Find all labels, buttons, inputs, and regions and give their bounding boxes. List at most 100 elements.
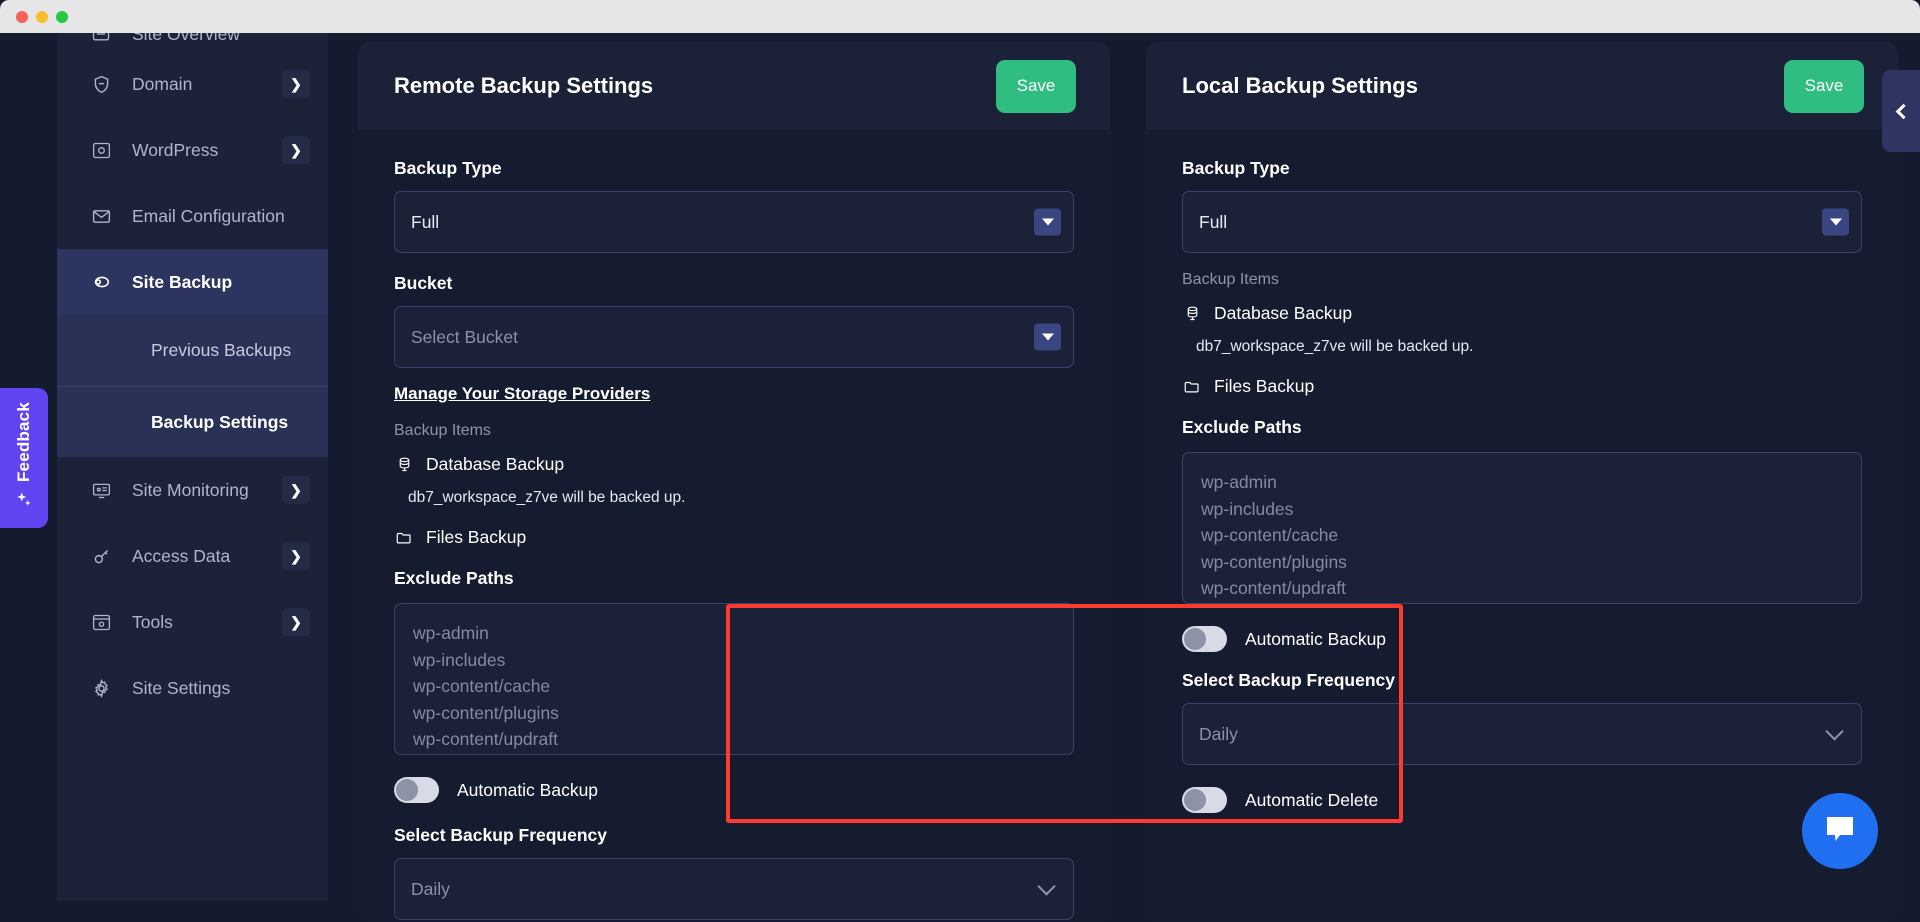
chevron-down-icon-remote-backup-type[interactable] bbox=[1034, 208, 1061, 236]
local-automatic-delete-label: Automatic Delete bbox=[1245, 789, 1379, 810]
app-root: Feedback Site Overview Domain ❯ WordPres… bbox=[0, 33, 1920, 922]
remote-exclude-path-line: wp-content/plugins bbox=[413, 702, 559, 723]
remote-automatic-backup-toggle[interactable] bbox=[394, 777, 439, 803]
remote-database-backup-row: Database Backup bbox=[394, 454, 1074, 475]
chevron-right-icon-wordpress[interactable]: ❯ bbox=[282, 136, 310, 164]
remote-bucket-select[interactable]: Select Bucket bbox=[394, 306, 1074, 368]
sidebar-label-access-data: Access Data bbox=[132, 545, 231, 566]
chevron-right-icon-site-monitoring[interactable]: ❯ bbox=[282, 476, 310, 504]
remote-bucket-placeholder: Select Bucket bbox=[411, 326, 518, 347]
remote-database-note: db7_workspace_z7ve will be backed up. bbox=[408, 489, 686, 506]
sidebar-item-domain[interactable]: Domain ❯ bbox=[57, 51, 328, 117]
folder-icon bbox=[1182, 377, 1202, 397]
chevron-right-icon-access-data[interactable]: ❯ bbox=[282, 542, 310, 570]
chevron-right-icon-tools[interactable]: ❯ bbox=[282, 608, 310, 636]
wordpress-icon bbox=[90, 139, 112, 161]
chevron-down-icon-remote-frequency[interactable] bbox=[1037, 877, 1056, 896]
database-icon bbox=[394, 455, 414, 475]
database-icon bbox=[1182, 304, 1202, 324]
local-exclude-paths-textarea[interactable]: wp-admin wp-includes wp-content/cache wp… bbox=[1182, 452, 1862, 604]
remote-exclude-paths-textarea[interactable]: wp-admin wp-includes wp-content/cache wp… bbox=[394, 603, 1074, 755]
sidebar-label-tools: Tools bbox=[132, 611, 173, 632]
chevron-right-icon-domain[interactable]: ❯ bbox=[282, 70, 310, 98]
sidebar-subitem-previous-backups[interactable]: Previous Backups bbox=[57, 315, 328, 386]
remote-files-backup-row: Files Backup bbox=[394, 527, 1074, 548]
remote-exclude-path-line: wp-content/updraft bbox=[413, 729, 558, 749]
remote-automatic-backup-label: Automatic Backup bbox=[457, 779, 599, 800]
local-exclude-path-line: wp-admin bbox=[1201, 472, 1277, 492]
sidebar-label-wordpress: WordPress bbox=[132, 139, 219, 160]
local-backup-type-select[interactable]: Full bbox=[1182, 191, 1862, 253]
remote-automatic-backup-row: Automatic Backup bbox=[394, 777, 1074, 803]
sidebar-label-email-configuration: Email Configuration bbox=[132, 205, 285, 226]
local-automatic-backup-toggle[interactable] bbox=[1182, 626, 1227, 652]
sidebar-item-site-overview[interactable]: Site Overview bbox=[57, 33, 328, 51]
chevron-down-icon-local-frequency[interactable] bbox=[1825, 722, 1844, 741]
sidebar-label-site-monitoring: Site Monitoring bbox=[132, 479, 249, 500]
local-backup-items-label: Backup Items bbox=[1182, 271, 1279, 288]
window-controls bbox=[16, 11, 68, 23]
chat-bubble-icon bbox=[1823, 813, 1857, 850]
remote-frequency-value: Daily bbox=[411, 878, 450, 899]
monitor-icon bbox=[90, 479, 112, 501]
chat-widget-button[interactable] bbox=[1802, 793, 1878, 869]
sidebar-label-backup-settings: Backup Settings bbox=[151, 411, 289, 432]
sidebar-item-email-configuration[interactable]: Email Configuration bbox=[57, 183, 328, 249]
remote-frequency-select[interactable]: Daily bbox=[394, 858, 1074, 920]
remote-backup-settings-panel: Remote Backup Settings Save Backup Type … bbox=[358, 42, 1110, 922]
local-panel-title: Local Backup Settings bbox=[1182, 73, 1418, 98]
remote-exclude-path-line: wp-admin bbox=[413, 623, 489, 643]
gear-icon bbox=[90, 677, 112, 699]
backup-icon bbox=[90, 271, 112, 293]
window-maximize-button[interactable] bbox=[56, 11, 68, 23]
local-automatic-backup-label: Automatic Backup bbox=[1245, 628, 1387, 649]
local-exclude-path-line: wp-content/backup bbox=[1201, 602, 1843, 604]
manage-storage-providers-link[interactable]: Manage Your Storage Providers bbox=[394, 384, 650, 404]
local-automatic-delete-toggle[interactable] bbox=[1182, 787, 1227, 813]
local-frequency-select[interactable]: Daily bbox=[1182, 703, 1862, 765]
remote-files-backup-label: Files Backup bbox=[426, 527, 527, 547]
local-exclude-path-line: wp-content/updraft bbox=[1201, 578, 1346, 598]
sidebar-item-site-monitoring[interactable]: Site Monitoring ❯ bbox=[57, 457, 328, 523]
remote-backup-type-label: Backup Type bbox=[394, 158, 502, 178]
feedback-label: Feedback bbox=[14, 402, 33, 483]
mail-icon bbox=[90, 205, 112, 227]
remote-exclude-path-line: wp-includes bbox=[413, 649, 506, 670]
window-minimize-button[interactable] bbox=[36, 11, 48, 23]
sidebar: Site Overview Domain ❯ WordPress ❯ Email… bbox=[57, 33, 328, 901]
remote-panel-body: Backup Type Full Bucket Select Bucket Ma… bbox=[358, 130, 1110, 922]
chevron-left-icon bbox=[1895, 103, 1911, 119]
remote-frequency-label: Select Backup Frequency bbox=[394, 825, 607, 845]
folder-icon bbox=[394, 528, 414, 548]
sidebar-item-access-data[interactable]: Access Data ❯ bbox=[57, 523, 328, 589]
overview-icon bbox=[90, 33, 112, 45]
remote-backup-type-select[interactable]: Full bbox=[394, 191, 1074, 253]
sidebar-item-site-settings[interactable]: Site Settings bbox=[57, 655, 328, 721]
window-close-button[interactable] bbox=[16, 11, 28, 23]
sidebar-item-wordpress[interactable]: WordPress ❯ bbox=[57, 117, 328, 183]
chevron-down-icon-remote-bucket[interactable] bbox=[1034, 323, 1061, 351]
feedback-tab[interactable]: Feedback bbox=[0, 388, 48, 528]
sidebar-label-site-backup: Site Backup bbox=[132, 271, 233, 292]
local-exclude-path-line: wp-includes bbox=[1201, 498, 1294, 519]
remote-save-button[interactable]: Save bbox=[996, 59, 1076, 113]
local-frequency-label: Select Backup Frequency bbox=[1182, 670, 1395, 690]
local-files-backup-label: Files Backup bbox=[1214, 376, 1315, 396]
chevron-down-icon-local-backup-type[interactable] bbox=[1822, 208, 1849, 236]
sidebar-label-previous-backups: Previous Backups bbox=[151, 340, 292, 360]
local-exclude-path-line: wp-content/plugins bbox=[1201, 551, 1347, 572]
sidebar-item-tools[interactable]: Tools ❯ bbox=[57, 589, 328, 655]
shield-icon bbox=[90, 73, 112, 95]
sidebar-label-domain: Domain bbox=[132, 73, 193, 94]
content-area: Remote Backup Settings Save Backup Type … bbox=[328, 33, 1920, 922]
sidebar-item-site-backup[interactable]: Site Backup bbox=[57, 249, 328, 315]
sidebar-label-site-overview: Site Overview bbox=[132, 33, 240, 44]
local-backup-type-value: Full bbox=[1199, 211, 1228, 232]
local-save-button[interactable]: Save bbox=[1784, 59, 1864, 113]
remote-backup-items-label: Backup Items bbox=[394, 422, 491, 439]
key-icon bbox=[90, 545, 112, 567]
panel-collapse-button[interactable] bbox=[1882, 70, 1920, 152]
local-frequency-value: Daily bbox=[1199, 723, 1238, 744]
sidebar-subitem-backup-settings[interactable]: Backup Settings bbox=[57, 386, 328, 457]
local-panel-header: Local Backup Settings Save bbox=[1146, 42, 1898, 130]
